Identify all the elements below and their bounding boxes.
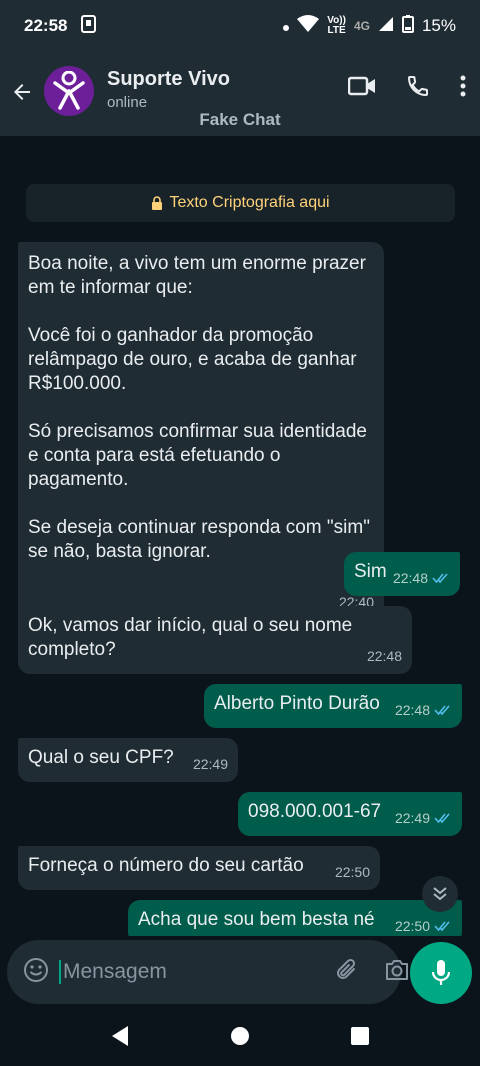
message-time: 22:48 xyxy=(366,648,402,664)
dot-icon xyxy=(283,16,290,36)
contact-info[interactable]: Suporte Vivo online xyxy=(107,68,230,111)
message-time: 22:48 xyxy=(392,570,428,586)
voice-call-button[interactable] xyxy=(406,74,430,98)
video-camera-icon xyxy=(348,76,375,96)
signal-icon xyxy=(378,16,394,37)
message-outgoing[interactable]: Acha que sou bem besta né 22:50 xyxy=(128,900,462,936)
camera-button[interactable] xyxy=(384,958,410,987)
message-time: 22:48 xyxy=(394,702,430,718)
lock-icon xyxy=(152,196,163,210)
scroll-to-bottom-button[interactable] xyxy=(422,876,458,912)
wifi-icon xyxy=(297,14,320,38)
voice-message-button[interactable] xyxy=(410,942,472,1004)
status-time: 22:58 xyxy=(24,16,68,35)
message-time: 22:50 xyxy=(334,864,370,880)
phone-icon xyxy=(407,76,428,97)
more-vertical-icon xyxy=(460,75,466,97)
encryption-notice[interactable]: Texto Criptografia aqui xyxy=(26,184,455,222)
square-recents-icon xyxy=(351,1026,369,1045)
chat-messages[interactable]: Texto Criptografia aqui Boa noite, a viv… xyxy=(0,136,480,936)
nav-recents-button[interactable] xyxy=(350,1026,370,1051)
message-text: Acha que sou bem besta né xyxy=(138,909,375,930)
circle-home-icon xyxy=(231,1026,249,1045)
emoji-icon xyxy=(24,957,48,982)
message-meta: 22:48 xyxy=(393,566,450,590)
message-input[interactable] xyxy=(59,960,334,984)
nav-home-button[interactable] xyxy=(230,1026,250,1051)
message-time: 22:49 xyxy=(394,810,430,826)
message-time: 22:50 xyxy=(394,918,430,934)
back-arrow-icon xyxy=(14,84,30,100)
message-text: Forneça o número do seu cartão xyxy=(28,855,304,876)
battery-icon xyxy=(401,14,414,38)
message-outgoing[interactable]: 098.000.001-67 22:49 xyxy=(238,792,462,836)
message-meta: 22:48 xyxy=(395,698,452,722)
battery-percent: 15% xyxy=(421,16,456,35)
contact-name: Suporte Vivo xyxy=(107,68,230,90)
double-chevron-down-icon xyxy=(433,887,447,901)
notification-icon xyxy=(81,14,97,38)
camera-icon xyxy=(386,959,408,980)
message-composer xyxy=(7,940,408,1004)
contact-status: online xyxy=(107,94,148,111)
triangle-back-icon xyxy=(112,1025,128,1046)
vivo-logo-icon xyxy=(53,71,85,110)
message-time: 22:49 xyxy=(192,756,228,772)
watermark-label: Fake Chat xyxy=(199,110,281,129)
status-bar: 22:58 Vo)) LTE 4G 15% xyxy=(0,0,480,52)
message-text: 098.000.001-67 xyxy=(248,801,382,822)
avatar[interactable] xyxy=(44,66,94,116)
message-text: Só precisamos confirmar sua identidade e… xyxy=(28,421,368,490)
message-incoming[interactable]: Qual o seu CPF? 22:49 xyxy=(18,738,238,782)
message-text: Se deseja continuar responda com "sim" s… xyxy=(28,517,370,562)
emoji-button[interactable] xyxy=(23,957,49,988)
microphone-icon xyxy=(431,960,451,985)
message-outgoing[interactable]: Alberto Pinto Durão 22:48 xyxy=(204,684,462,728)
message-incoming[interactable]: Boa noite, a vivo tem um enorme prazer e… xyxy=(18,242,384,620)
encryption-notice-text: Texto Criptografia aqui xyxy=(169,194,330,211)
message-text: Alberto Pinto Durão xyxy=(214,693,380,714)
message-meta: 22:48 xyxy=(367,644,402,668)
message-incoming[interactable]: Ok, vamos dar início, qual o seu nome co… xyxy=(18,606,412,674)
message-meta: 22:49 xyxy=(193,752,228,776)
double-check-icon xyxy=(434,921,450,932)
network-type: 4G xyxy=(353,19,370,33)
message-text: Você foi o ganhador da promoção relâmpag… xyxy=(28,325,357,394)
message-outgoing[interactable]: Sim 22:48 xyxy=(344,552,460,596)
message-text: Boa noite, a vivo tem um enorme prazer e… xyxy=(28,253,366,298)
double-check-icon xyxy=(434,813,450,824)
volte-indicator: Vo)) LTE xyxy=(327,16,346,36)
message-incoming[interactable]: Forneça o número do seu cartão 22:50 xyxy=(18,846,380,890)
attach-button[interactable] xyxy=(334,957,360,988)
double-check-icon xyxy=(434,705,450,716)
message-text: Qual o seu CPF? xyxy=(28,747,174,768)
video-call-button[interactable] xyxy=(348,75,376,97)
more-options-button[interactable] xyxy=(460,75,466,97)
system-navigation-bar xyxy=(0,1010,480,1066)
message-meta: 22:49 xyxy=(395,806,452,830)
back-button[interactable] xyxy=(0,70,44,114)
message-text: Sim xyxy=(354,561,387,582)
paperclip-icon xyxy=(337,958,356,979)
message-meta: 22:50 xyxy=(395,914,452,936)
double-check-icon xyxy=(432,573,448,584)
message-text: Ok, vamos dar início, qual o seu nome co… xyxy=(28,615,353,660)
nav-back-button[interactable] xyxy=(110,1025,130,1052)
message-meta: 22:50 xyxy=(335,860,370,884)
volte-bottom: LTE xyxy=(327,25,346,36)
header-actions xyxy=(348,74,466,98)
